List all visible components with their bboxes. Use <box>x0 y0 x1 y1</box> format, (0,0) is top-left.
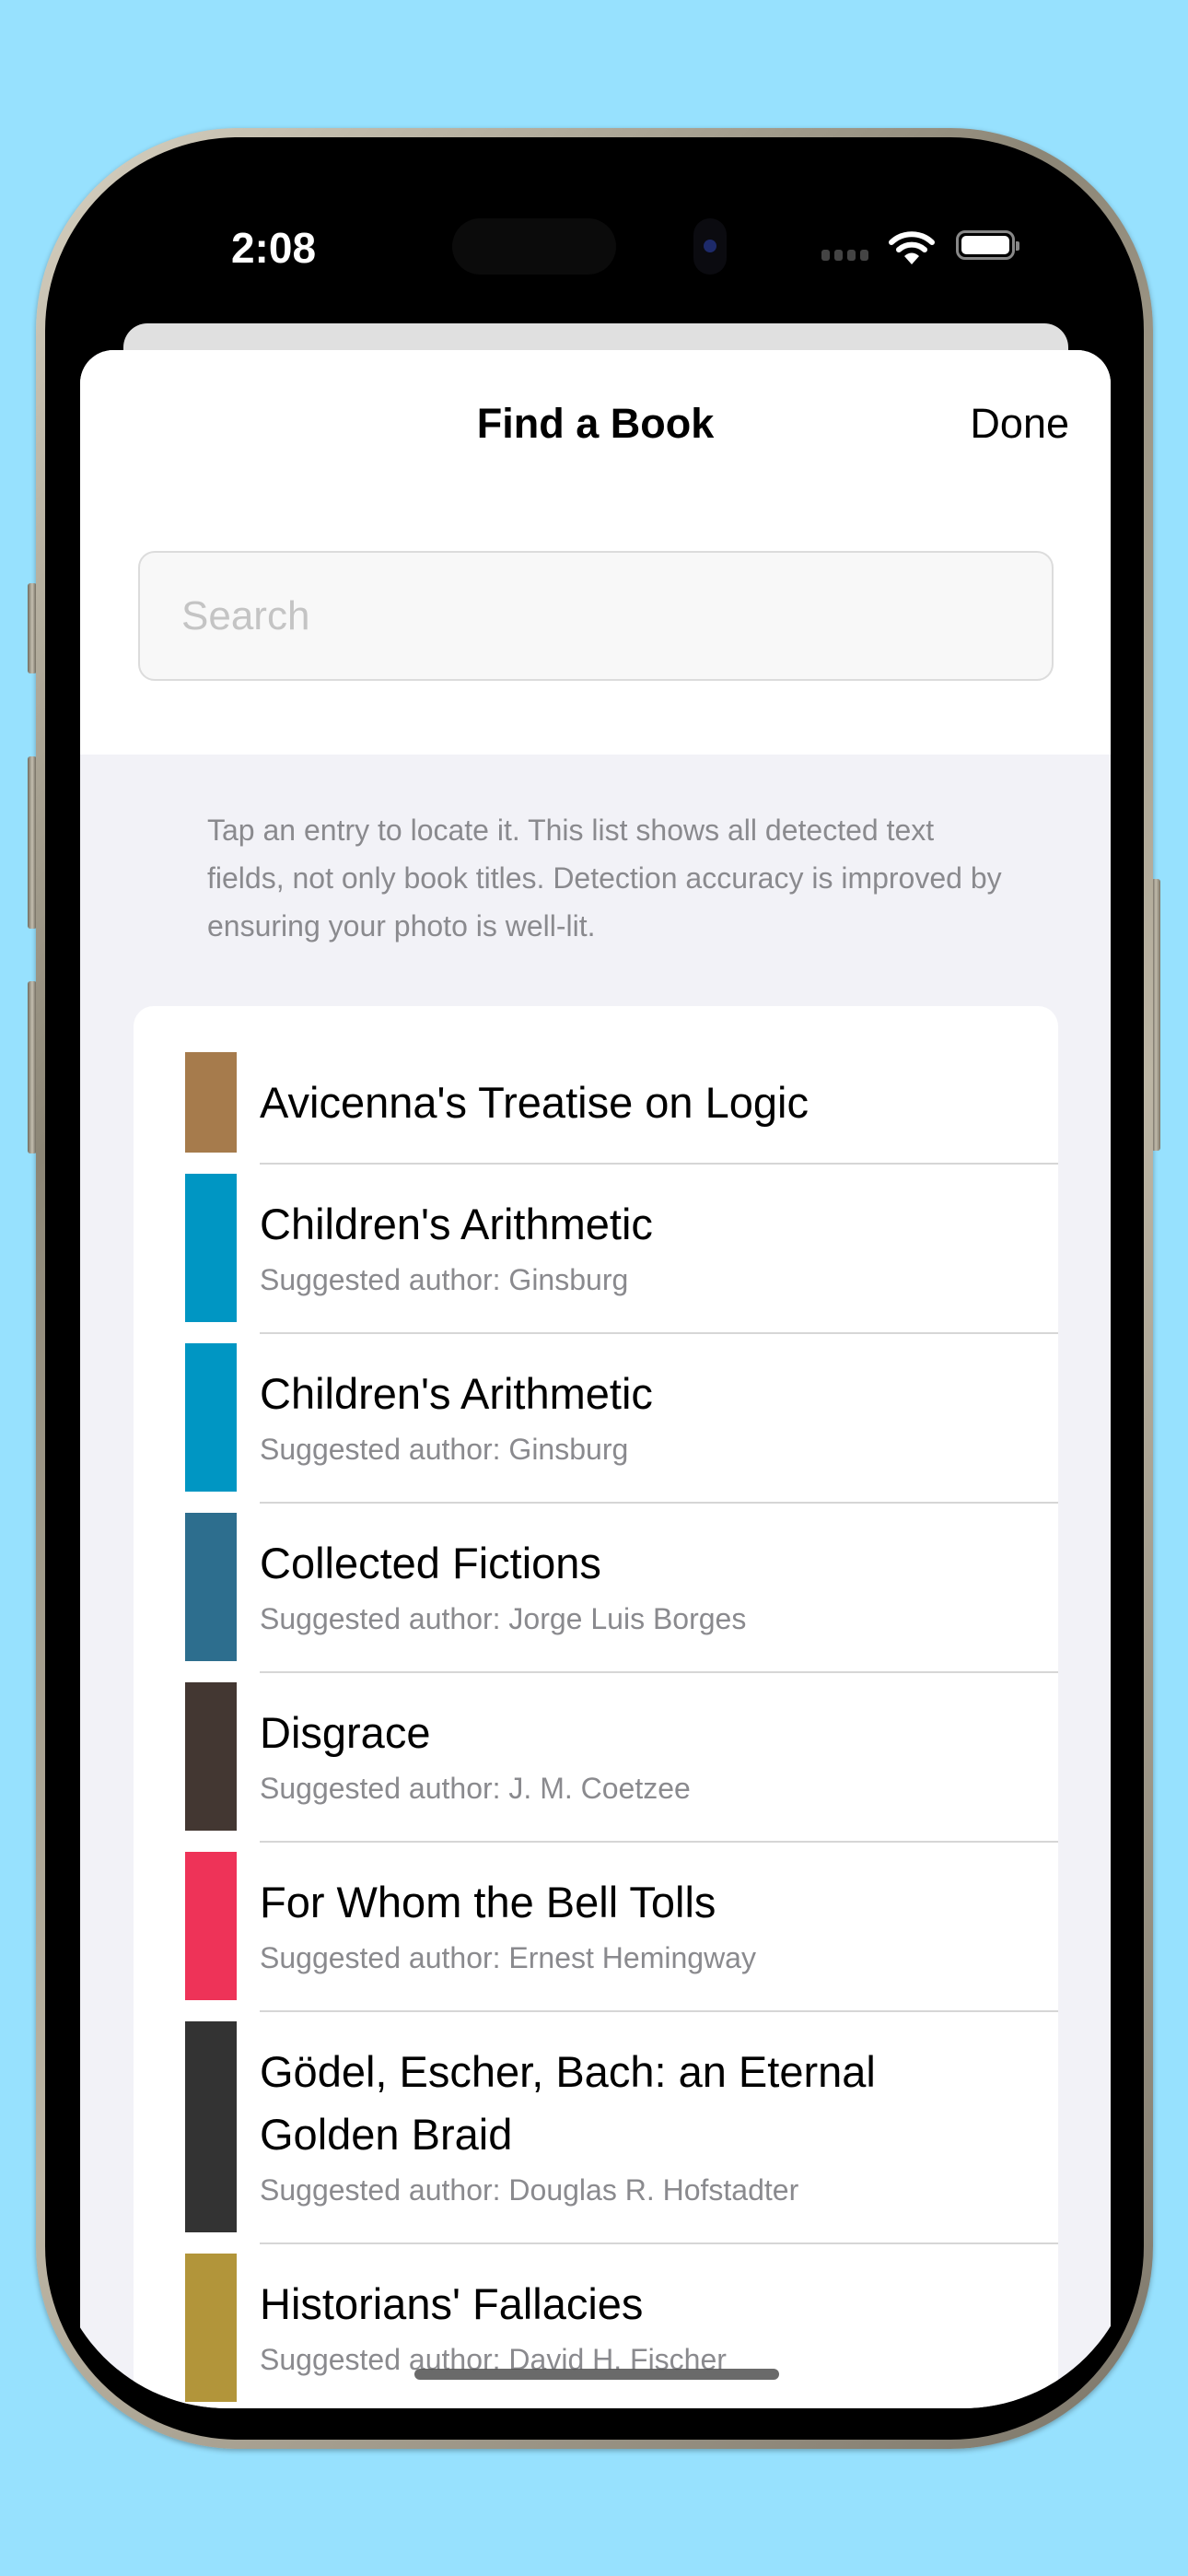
book-suggested-author: Suggested author: Douglas R. Hofstadter <box>260 2173 799 2207</box>
dynamic-island <box>452 218 616 275</box>
signal-dots-icon <box>821 250 868 261</box>
book-row[interactable]: Children's Arithmetic Suggested author: G… <box>134 1164 1058 1334</box>
book-color-swatch <box>185 2021 237 2232</box>
status-time: 2:08 <box>230 224 317 272</box>
book-row[interactable]: Children's Arithmetic Suggested author: G… <box>134 1333 1058 1504</box>
book-title: Disgrace <box>260 1708 431 1757</box>
book-title: For Whom the Bell Tolls <box>260 1878 716 1926</box>
instructions-text: Tap an entry to locate it. This list sho… <box>207 814 1002 943</box>
book-row[interactable]: For Whom the Bell Tolls Suggested author:… <box>134 1842 1058 2012</box>
wifi-icon <box>889 231 935 264</box>
book-row[interactable]: Disgrace Suggested author: J. M. Coetzee <box>134 1672 1058 1843</box>
book-title: Avicenna's Treatise on Logic <box>260 1078 809 1127</box>
page-title: Find a Book <box>476 400 715 447</box>
book-color-swatch <box>185 1174 237 1322</box>
book-color-swatch <box>185 1852 237 2000</box>
book-color-swatch <box>185 1682 237 1831</box>
book-title: Collected Fictions <box>260 1539 601 1587</box>
book-list: Avicenna's Treatise on Logic Children's A… <box>134 1006 1058 2408</box>
book-row[interactable]: Collected Fictions Suggested author: Jorg… <box>134 1503 1058 1673</box>
book-suggested-author: Suggested author: Jorge Luis Borges <box>260 1602 747 1635</box>
book-color-swatch <box>185 1343 237 1492</box>
find-book-sheet: Find a Book Done Tap an entry to locate … <box>80 350 1111 2408</box>
book-title: Children's Arithmetic <box>260 1200 653 1248</box>
book-title: Gödel, Escher, Bach: an Eternal Golden B… <box>260 2047 876 2159</box>
book-suggested-author: Suggested author: Ernest Hemingway <box>260 1941 756 1974</box>
battery-icon <box>956 230 1019 260</box>
home-indicator[interactable] <box>414 2369 779 2380</box>
book-suggested-author: Suggested author: Ginsburg <box>260 1433 629 1466</box>
book-row[interactable]: Avicenna's Treatise on Logic <box>134 1042 1058 1165</box>
book-color-swatch <box>185 1513 237 1661</box>
book-suggested-author: Suggested author: Ginsburg <box>260 1263 629 1296</box>
book-row[interactable]: Historians' Fallacies Suggested author: D… <box>134 2243 1058 2408</box>
done-button[interactable]: Done <box>970 398 1069 450</box>
sheet-header: Find a Book Done <box>80 350 1111 755</box>
book-title: Historians' Fallacies <box>260 2279 644 2328</box>
book-row[interactable]: Gödel, Escher, Bach: an Eternal Golden B… <box>134 2011 1058 2244</box>
book-color-swatch <box>185 1052 237 1153</box>
book-title: Children's Arithmetic <box>260 1369 653 1418</box>
camera-icon <box>693 218 727 275</box>
book-color-swatch <box>185 2254 237 2402</box>
book-suggested-author: Suggested author: J. M. Coetzee <box>260 1772 691 1805</box>
search-input[interactable] <box>138 551 1054 681</box>
phone-screen: 2:08 Find a Book Done Tap an entry to lo… <box>52 145 1137 2408</box>
